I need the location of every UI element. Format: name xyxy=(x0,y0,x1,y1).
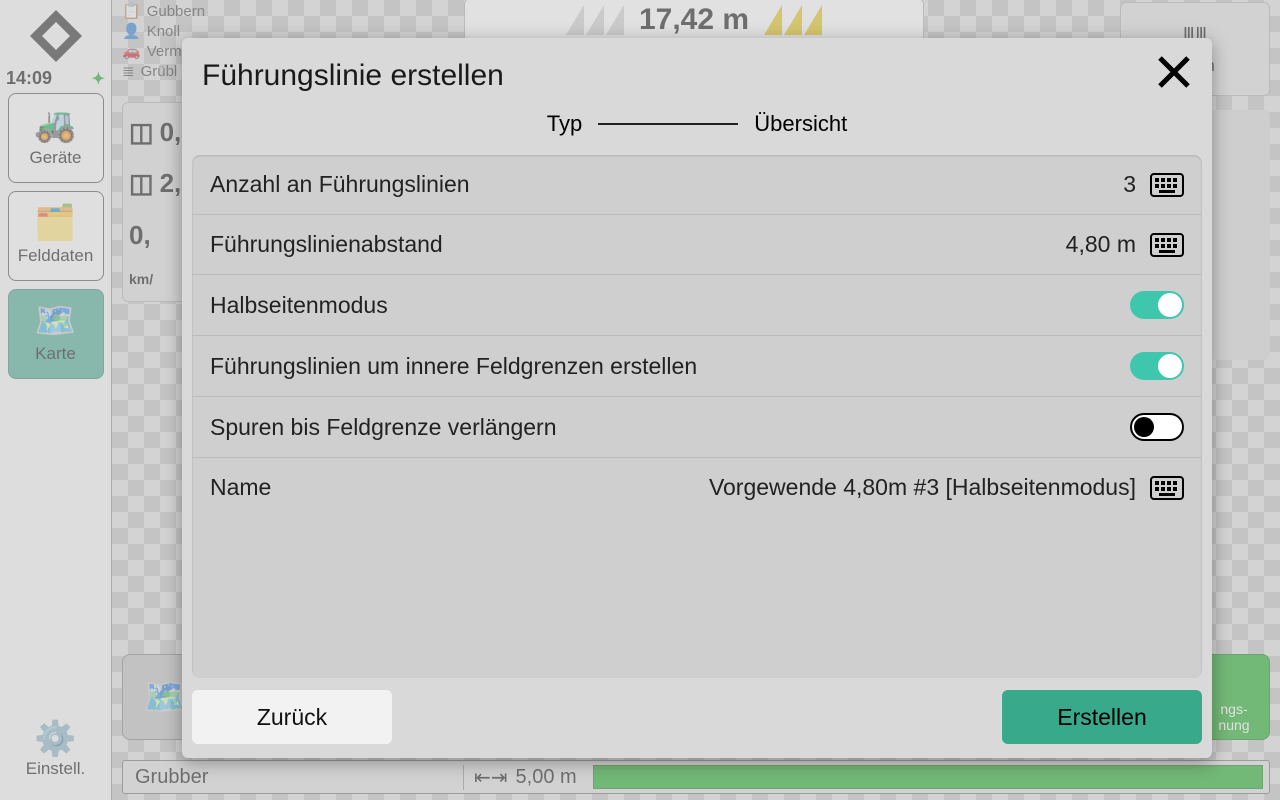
keyboard-icon[interactable] xyxy=(1150,173,1184,197)
name-label: Name xyxy=(210,474,709,501)
spacing-label: Führungslinienabstand xyxy=(210,231,1066,258)
count-value: 3 xyxy=(1123,171,1136,198)
step-overview: Übersicht xyxy=(754,111,847,137)
close-icon xyxy=(1156,54,1192,90)
keyboard-icon[interactable] xyxy=(1150,476,1184,500)
halfside-label: Halbseitenmodus xyxy=(210,292,1130,319)
step-connector xyxy=(598,123,738,125)
extend-label: Spuren bis Feldgrenze verlängern xyxy=(210,414,1130,441)
keyboard-icon[interactable] xyxy=(1150,233,1184,257)
step-type: Typ xyxy=(547,111,582,137)
wizard-steps: Typ Übersicht xyxy=(182,105,1212,155)
spacing-value: 4,80 m xyxy=(1066,231,1136,258)
name-value: Vorgewende 4,80m #3 [Halbseitenmodus] xyxy=(709,474,1136,501)
dialog-body: Anzahl an Führungslinien 3 Führungslinie… xyxy=(192,155,1202,678)
dialog-title: Führungslinie erstellen xyxy=(202,59,504,93)
inner-label: Führungslinien um innere Feldgrenzen ers… xyxy=(210,353,1130,380)
close-button[interactable] xyxy=(1156,54,1192,97)
count-label: Anzahl an Führungslinien xyxy=(210,171,1123,198)
halfside-toggle[interactable] xyxy=(1130,291,1184,319)
create-button[interactable]: Erstellen xyxy=(1002,690,1202,744)
row-halfside: Halbseitenmodus xyxy=(192,275,1202,336)
row-name[interactable]: Name Vorgewende 4,80m #3 [Halbseitenmodu… xyxy=(192,458,1202,517)
back-button[interactable]: Zurück xyxy=(192,690,392,744)
inner-toggle[interactable] xyxy=(1130,352,1184,380)
extend-toggle[interactable] xyxy=(1130,413,1184,441)
row-guidance-count[interactable]: Anzahl an Führungslinien 3 xyxy=(192,155,1202,215)
row-inner-boundaries: Führungslinien um innere Feldgrenzen ers… xyxy=(192,336,1202,397)
row-spacing[interactable]: Führungslinienabstand 4,80 m xyxy=(192,215,1202,275)
row-extend: Spuren bis Feldgrenze verlängern xyxy=(192,397,1202,458)
create-guidance-dialog: Führungslinie erstellen Typ Übersicht An… xyxy=(182,38,1212,758)
